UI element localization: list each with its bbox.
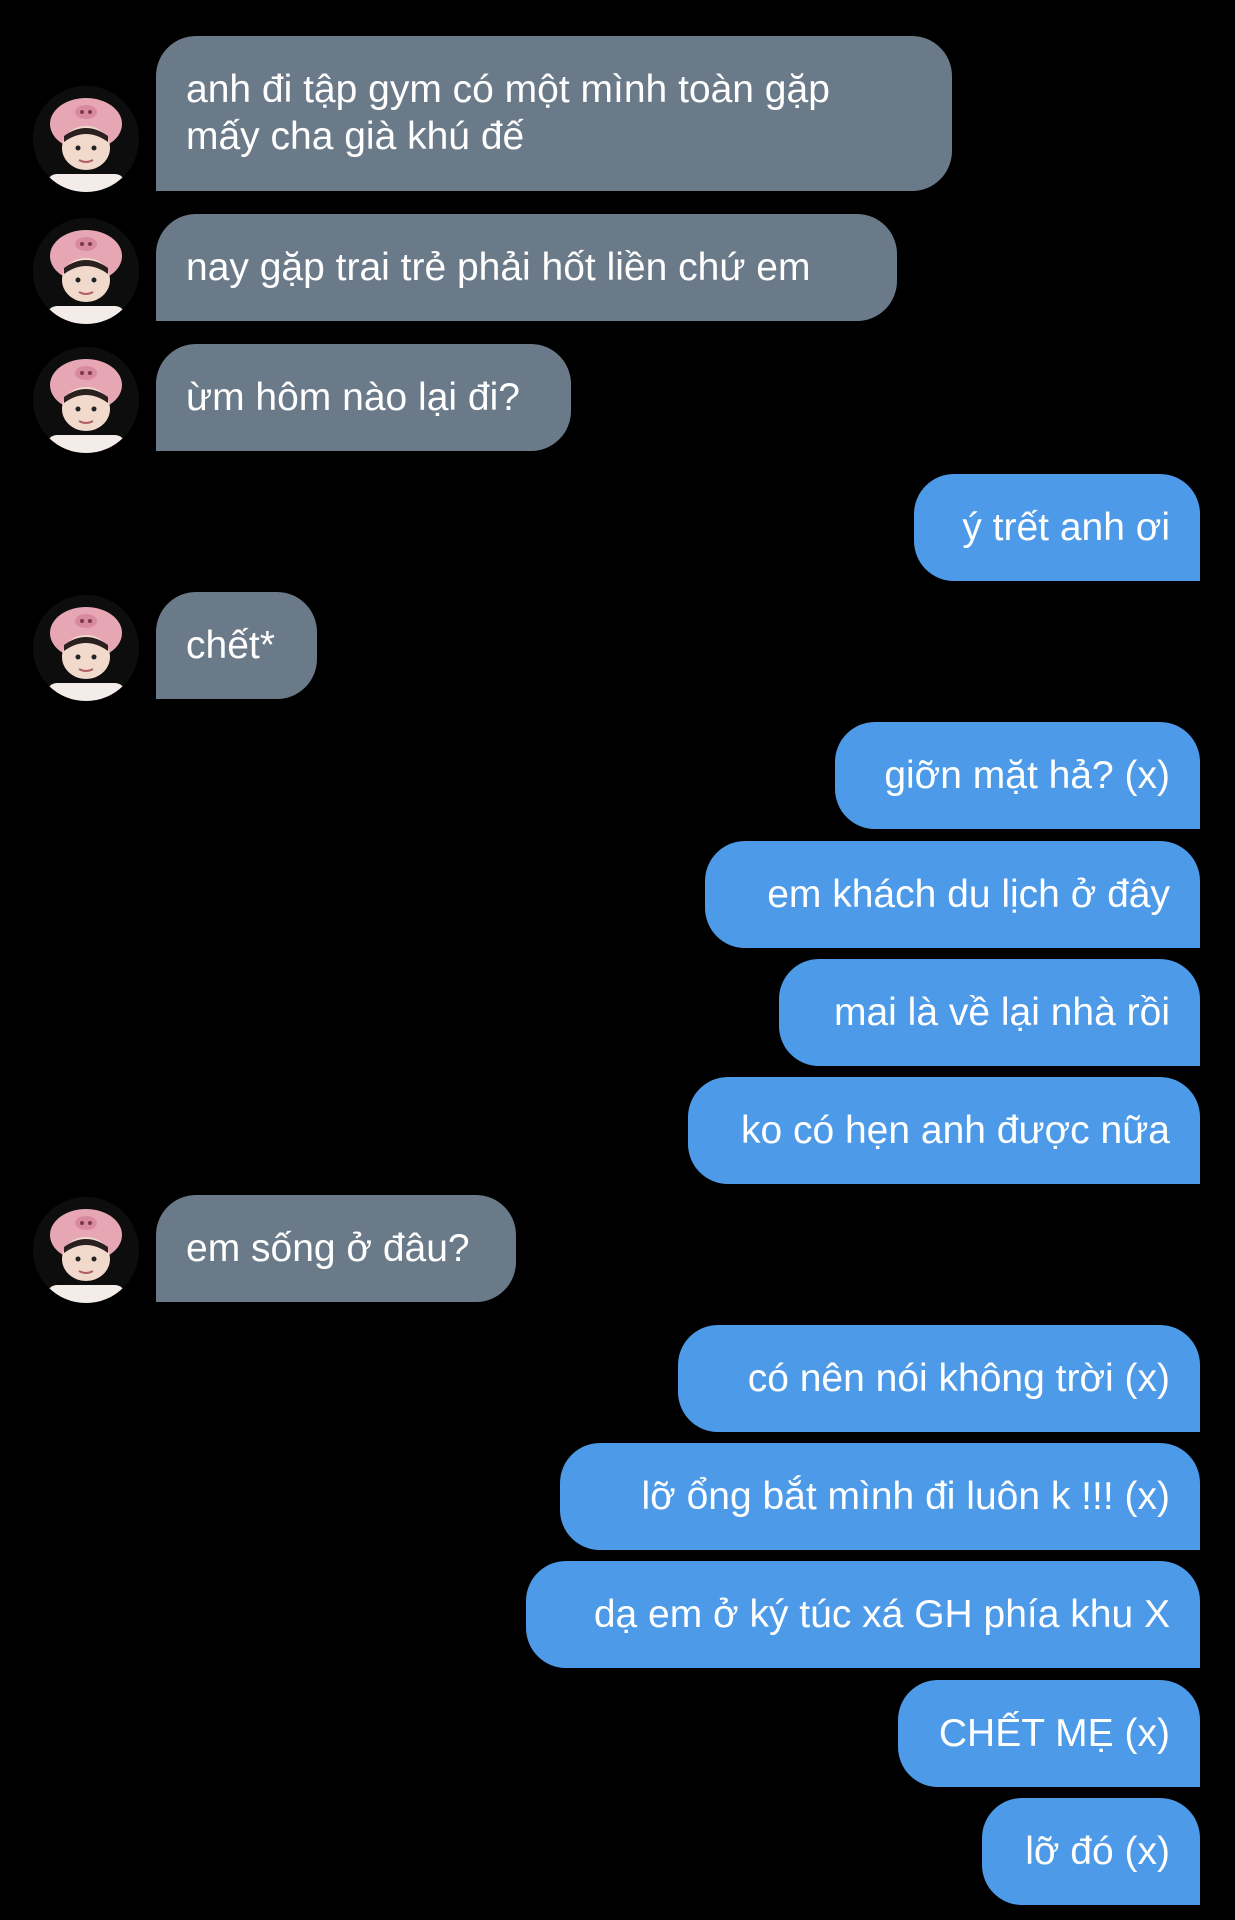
- message-text: chết*: [186, 624, 275, 667]
- message-text: mai là về lại nhà rồi: [834, 991, 1170, 1034]
- contact-avatar[interactable]: [33, 218, 139, 324]
- contact-avatar[interactable]: [33, 595, 139, 701]
- message-text-line: mấy cha già khú đế: [186, 115, 525, 158]
- message-text: em khách du lịch ở đây: [767, 873, 1170, 916]
- message-text-line: anh đi tập gym có một mình toàn gặp: [186, 68, 830, 111]
- outgoing-message[interactable]: ý trết anh ơi: [914, 474, 1200, 581]
- outgoing-message[interactable]: lỡ ổng bắt mình đi luôn k !!! (x): [560, 1443, 1200, 1550]
- avatar-pink-pig-hat-icon: [33, 1197, 139, 1303]
- message-text: lỡ ổng bắt mình đi luôn k !!! (x): [641, 1475, 1170, 1518]
- message-text: giỡn mặt hả? (x): [884, 754, 1170, 797]
- contact-avatar[interactable]: [33, 1197, 139, 1303]
- conversation-thread[interactable]: anh đi tập gym có một mình toàn gặp mấy …: [0, 0, 1235, 1920]
- incoming-message[interactable]: em sống ở đâu?: [156, 1195, 516, 1302]
- message-text: ừm hôm nào lại đi?: [186, 376, 520, 419]
- message-text: nay gặp trai trẻ phải hốt liền chứ em: [186, 246, 811, 289]
- outgoing-message[interactable]: giỡn mặt hả? (x): [835, 722, 1200, 829]
- outgoing-message[interactable]: CHẾT MẸ (x): [898, 1680, 1200, 1787]
- avatar-pink-pig-hat-icon: [33, 347, 139, 453]
- message-text: ý trết anh ơi: [962, 506, 1170, 549]
- message-text: có nên nói không trời (x): [747, 1357, 1170, 1400]
- outgoing-message[interactable]: lỡ đó (x): [982, 1798, 1200, 1905]
- message-text: lỡ đó (x): [1025, 1830, 1170, 1873]
- avatar-pink-pig-hat-icon: [33, 218, 139, 324]
- outgoing-message[interactable]: ko có hẹn anh được nữa: [688, 1077, 1200, 1184]
- avatar-pink-pig-hat-icon: [33, 595, 139, 701]
- incoming-message[interactable]: chết*: [156, 592, 317, 699]
- avatar-pink-pig-hat-icon: [33, 86, 139, 192]
- outgoing-message[interactable]: dạ em ở ký túc xá GH phía khu X: [526, 1561, 1200, 1668]
- message-text: ko có hẹn anh được nữa: [740, 1109, 1170, 1152]
- outgoing-message[interactable]: mai là về lại nhà rồi: [779, 959, 1200, 1066]
- incoming-message[interactable]: ừm hôm nào lại đi?: [156, 344, 571, 451]
- message-text: em sống ở đâu?: [186, 1227, 470, 1270]
- message-text: CHẾT MẸ (x): [938, 1712, 1170, 1755]
- outgoing-message[interactable]: có nên nói không trời (x): [678, 1325, 1200, 1432]
- contact-avatar[interactable]: [33, 86, 139, 192]
- incoming-message[interactable]: nay gặp trai trẻ phải hốt liền chứ em: [156, 214, 897, 321]
- incoming-message[interactable]: anh đi tập gym có một mình toàn gặp mấy …: [156, 36, 952, 191]
- message-text: dạ em ở ký túc xá GH phía khu X: [593, 1593, 1170, 1636]
- outgoing-message[interactable]: em khách du lịch ở đây: [705, 841, 1200, 948]
- contact-avatar[interactable]: [33, 347, 139, 453]
